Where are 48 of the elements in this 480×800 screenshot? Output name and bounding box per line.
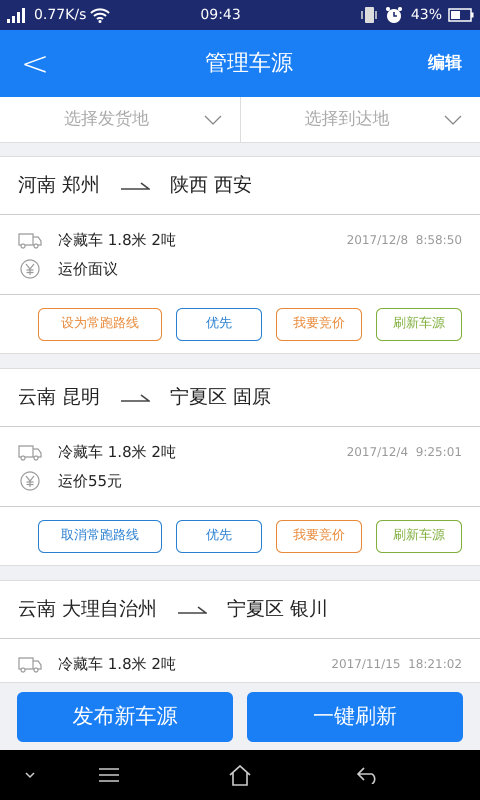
post-time: 2017/12/4 9:25:01 [346,444,462,462]
origin-location: 云南 大理自治州 [18,597,158,622]
chevron-down-icon [204,114,222,124]
destination-location: 宁夏区 固原 [170,385,272,410]
signal-icon [6,7,28,23]
vibrate-icon [360,6,377,24]
freight-price: 运价面议 [58,258,118,280]
listing-card[interactable]: 云南 昆明 宁夏区 固原 冷藏车 1.8米 2吨 2017/12/4 9:25:01 运价55元 取消常跑路线 优先 我要竞价 刷新车源 [0,368,480,566]
vehicle-spec: 冷藏车 1.8米 2吨 [58,442,176,463]
wifi-icon [90,7,110,23]
action-button[interactable]: 我要竞价 [276,520,362,552]
post-time: 2017/11/15 18:21:02 [331,656,462,674]
action-button[interactable]: 刷新车源 [376,520,462,552]
action-button[interactable]: 优先 [176,308,262,340]
action-button[interactable]: 取消常跑路线 [38,520,162,552]
listing-card[interactable]: 云南 大理自治州 宁夏区 银川 冷藏车 1.8米 2吨 2017/11/15 18:21:02 [0,580,480,682]
primary-button[interactable]: 发布新车源 [17,692,233,742]
freight-price: 运价55元 [58,470,122,492]
action-button[interactable]: 优先 [176,520,262,552]
battery-percent: 43% [410,6,442,24]
menu-icon[interactable] [98,767,120,783]
yen-icon [18,258,42,279]
back-button[interactable]: < [20,46,50,80]
yen-icon [18,470,42,491]
battery-icon [448,8,474,22]
vehicle-spec: 冷藏车 1.8米 2吨 [58,654,176,675]
origin-location: 云南 昆明 [18,385,100,410]
action-button[interactable]: 我要竞价 [276,308,362,340]
truck-icon [18,443,42,462]
chevron-down-icon[interactable] [24,771,36,779]
destination-location: 宁夏区 银川 [227,597,328,622]
truck-icon [18,231,42,250]
destination-location: 陕西 西安 [170,173,252,198]
chevron-down-icon [444,114,462,124]
network-speed: 0.77K/s [34,6,86,24]
alarm-icon [384,6,403,24]
post-time: 2017/12/8 8:58:50 [346,232,462,250]
action-button[interactable]: 设为常跑路线 [38,308,162,340]
clock-time: 09:43 [200,6,241,24]
page-title: 管理车源 [204,50,294,78]
edit-button[interactable]: 编辑 [428,50,462,76]
truck-icon [18,655,42,674]
origin-location: 河南 郑州 [18,173,100,198]
action-button[interactable]: 刷新车源 [376,308,462,340]
home-icon[interactable] [228,764,252,786]
primary-button[interactable]: 一键刷新 [247,692,463,742]
listing-card[interactable]: 河南 郑州 陕西 西安 冷藏车 1.8米 2吨 2017/12/8 8:58:50 运价面议 设为常跑路线 优先 我要竞价 刷新车源 [0,156,480,354]
vehicle-spec: 冷藏车 1.8米 2吨 [58,230,176,251]
